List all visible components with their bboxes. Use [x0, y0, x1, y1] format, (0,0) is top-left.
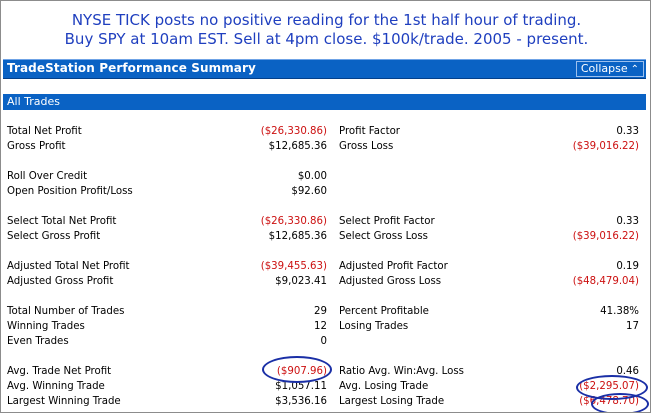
stat-label: Roll Over Credit — [7, 171, 88, 182]
stat-value: 0 — [320, 336, 327, 347]
table-row: Even Trades 0 — [1, 334, 650, 349]
panel-title: TradeStation Performance Summary — [7, 61, 256, 75]
stat-value: $12,685.36 — [268, 231, 327, 242]
stat-label: Open Position Profit/Loss — [7, 186, 133, 197]
table-row: Avg. Trade Net Profit ($907.96) Ratio Avg.… — [1, 364, 650, 379]
headline-line-2: Buy SPY at 10am EST. Sell at 4pm close. … — [64, 30, 589, 48]
stat-label: Adjusted Gross Loss — [339, 276, 442, 287]
stat-label: Avg. Losing Trade — [339, 381, 429, 392]
stat-label: Gross Loss — [339, 141, 394, 152]
table-row: Roll Over Credit $0.00 — [1, 169, 650, 184]
stat-label: Total Net Profit — [7, 126, 82, 137]
stat-label: Select Profit Factor — [339, 216, 435, 227]
stat-value: $12,685.36 — [268, 141, 327, 152]
section-header-all-trades[interactable]: All Trades — [3, 94, 646, 110]
headline-line-1: NYSE TICK posts no positive reading for … — [71, 11, 582, 29]
collapse-button[interactable]: Collapse ⌃ — [575, 61, 644, 77]
stat-label: Total Number of Trades — [7, 306, 125, 317]
stat-label: Gross Profit — [7, 141, 66, 152]
stat-value: 29 — [314, 306, 327, 317]
stat-value: 0.19 — [616, 261, 639, 272]
stat-label: Avg. Trade Net Profit — [7, 366, 112, 377]
stat-value: ($907.96) — [276, 366, 327, 377]
table-row: Gross Profit $12,685.36 Gross Loss ($39,016… — [1, 139, 650, 154]
table-row: Avg. Winning Trade $1,057.11 Avg. Losing T… — [1, 379, 650, 394]
stat-value: ($39,455.63) — [260, 261, 327, 272]
stat-label: Ratio Avg. Win:Avg. Loss — [339, 366, 464, 377]
stat-value: ($2,295.07) — [579, 381, 639, 392]
stat-value: ($6,478.70) — [579, 396, 639, 407]
stat-label: Adjusted Profit Factor — [339, 261, 448, 272]
stat-label: Select Total Net Profit — [7, 216, 117, 227]
double-chevron-up-icon: ⌃ — [630, 64, 639, 75]
table-row: Total Number of Trades 29 Percent Profitab… — [1, 304, 650, 319]
stat-label: Even Trades — [7, 336, 69, 347]
stat-value: $1,057.11 — [275, 381, 327, 392]
table-row: Select Total Net Profit ($26,330.86) Selec… — [1, 214, 650, 229]
stat-value: $3,536.16 — [275, 396, 327, 407]
stat-label: Profit Factor — [339, 126, 400, 137]
stat-value: 41.38% — [600, 306, 639, 317]
stat-label: Select Gross Loss — [339, 231, 428, 242]
stat-label: Percent Profitable — [339, 306, 429, 317]
stat-value: $9,023.41 — [275, 276, 327, 287]
stat-label: Largest Losing Trade — [339, 396, 445, 407]
table-row: Adjusted Gross Profit $9,023.41 Adjusted G… — [1, 274, 650, 289]
table-row: Largest Winning Trade $3,536.16 Largest Lo… — [1, 394, 650, 409]
table-row: Adjusted Total Net Profit ($39,455.63) Adj… — [1, 259, 650, 274]
stat-label: Largest Winning Trade — [7, 396, 121, 407]
stat-value: ($26,330.86) — [260, 216, 327, 227]
stat-label: Select Gross Profit — [7, 231, 101, 242]
stat-label: Adjusted Total Net Profit — [7, 261, 130, 272]
panel-title-bar: TradeStation Performance Summary Collaps… — [3, 59, 646, 79]
table-row: Winning Trades 12 Losing Trades 17 — [1, 319, 650, 334]
stat-label: Winning Trades — [7, 321, 85, 332]
stat-label: Adjusted Gross Profit — [7, 276, 114, 287]
stat-value: ($48,479.04) — [572, 276, 639, 287]
table-row: Total Net Profit ($26,330.86) Profit Facto… — [1, 124, 650, 139]
section-label: All Trades — [7, 95, 60, 108]
stat-value: ($39,016.22) — [572, 231, 639, 242]
performance-summary-window: NYSE TICK posts no positive reading for … — [0, 0, 651, 413]
collapse-label: Collapse — [580, 62, 628, 75]
stat-value: $0.00 — [297, 171, 327, 182]
stat-value: $92.60 — [291, 186, 327, 197]
stat-value: 0.33 — [616, 126, 639, 137]
stat-value: ($26,330.86) — [260, 126, 327, 137]
stat-label: Avg. Winning Trade — [7, 381, 105, 392]
stat-value: ($39,016.22) — [572, 141, 639, 152]
chart-headline: NYSE TICK posts no positive reading for … — [1, 11, 650, 49]
stat-value: 12 — [314, 321, 327, 332]
stat-value: 0.33 — [616, 216, 639, 227]
stat-value: 17 — [626, 321, 639, 332]
stat-label: Losing Trades — [339, 321, 409, 332]
table-row: Select Gross Profit $12,685.36 Select Gros… — [1, 229, 650, 244]
stat-value: 0.46 — [616, 366, 639, 377]
table-row: Open Position Profit/Loss $92.60 — [1, 184, 650, 199]
